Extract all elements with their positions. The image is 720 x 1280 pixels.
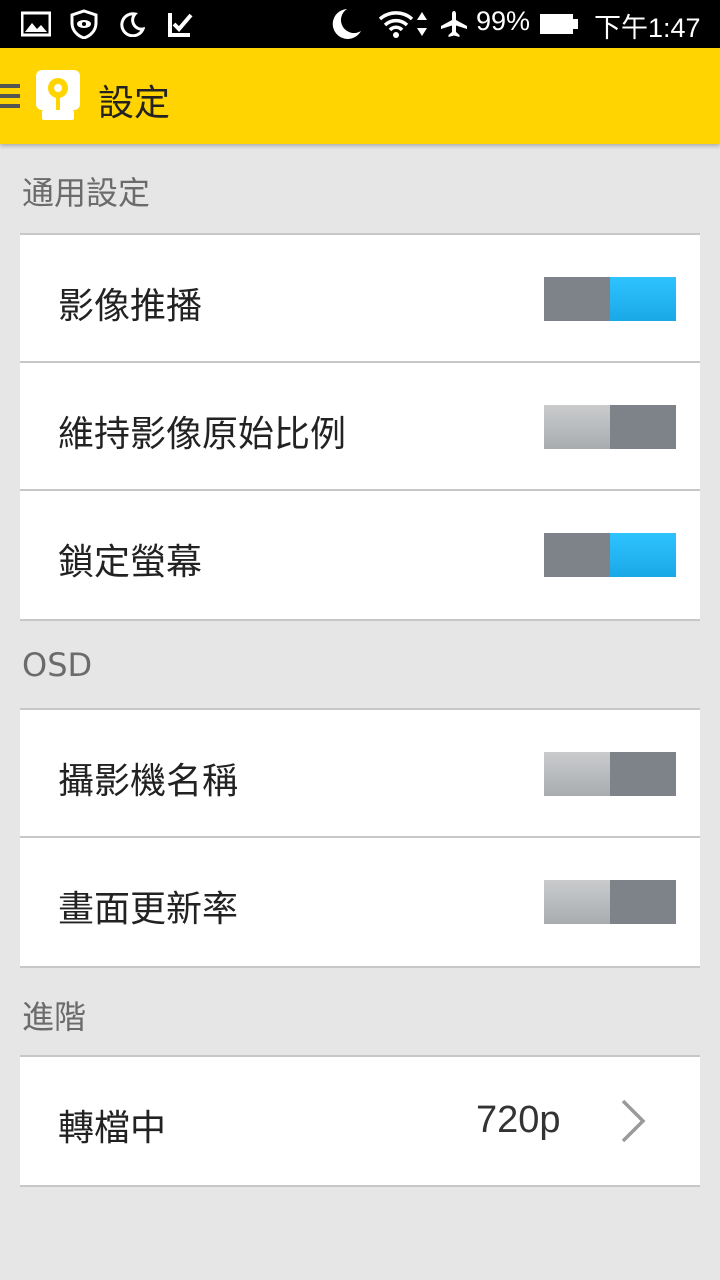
section-header-osd: OSD bbox=[22, 646, 93, 684]
clock: 下午1:47 bbox=[594, 13, 701, 43]
moon-small-icon bbox=[116, 8, 148, 40]
gallery-icon bbox=[20, 8, 52, 40]
shield-eye-icon bbox=[68, 8, 100, 40]
setting-label: 畫面更新率 bbox=[58, 889, 239, 930]
app-logo-icon bbox=[36, 70, 80, 122]
data-arrows-icon bbox=[414, 8, 430, 40]
transcoding-value: 720p bbox=[476, 1099, 561, 1141]
settings-row-video-push[interactable]: 影像推播 bbox=[20, 235, 700, 363]
settings-card-osd: 攝影機名稱 畫面更新率 bbox=[20, 708, 700, 968]
keep-aspect-ratio-toggle[interactable] bbox=[544, 405, 676, 449]
setting-label: 攝影機名稱 bbox=[58, 761, 239, 802]
settings-row-lock-screen[interactable]: 鎖定螢幕 bbox=[20, 491, 700, 619]
app-bar: 設定 bbox=[0, 48, 720, 144]
camera-name-toggle[interactable] bbox=[544, 752, 676, 796]
frame-rate-toggle[interactable] bbox=[544, 880, 676, 924]
settings-row-camera-name[interactable]: 攝影機名稱 bbox=[20, 710, 700, 838]
status-bar: 99% 下午1:47 bbox=[0, 0, 720, 48]
airplane-icon bbox=[438, 8, 470, 40]
lock-screen-toggle[interactable] bbox=[544, 533, 676, 577]
setting-label: 轉檔中 bbox=[58, 1108, 167, 1149]
settings-row-transcoding[interactable]: 轉檔中 720p bbox=[20, 1057, 700, 1185]
setting-label: 鎖定螢幕 bbox=[58, 542, 203, 583]
page-title: 設定 bbox=[98, 83, 171, 124]
battery-icon bbox=[538, 8, 580, 40]
settings-card-advanced: 轉檔中 720p bbox=[20, 1055, 700, 1187]
section-header-advanced: 進階 bbox=[22, 998, 87, 1036]
setting-label: 維持影像原始比例 bbox=[58, 414, 347, 455]
video-push-toggle[interactable] bbox=[544, 277, 676, 321]
battery-percent: 99% bbox=[476, 6, 531, 36]
checklist-icon bbox=[164, 8, 196, 40]
setting-label: 影像推播 bbox=[58, 286, 203, 327]
wifi-icon bbox=[376, 8, 416, 40]
settings-row-keep-aspect-ratio[interactable]: 維持影像原始比例 bbox=[20, 363, 700, 491]
chevron-right-icon bbox=[618, 1097, 648, 1145]
settings-row-frame-rate[interactable]: 畫面更新率 bbox=[20, 838, 700, 966]
menu-icon[interactable] bbox=[0, 84, 20, 108]
moon-icon bbox=[326, 8, 364, 40]
settings-card-general: 影像推播 維持影像原始比例 鎖定螢幕 bbox=[20, 233, 700, 621]
section-header-general: 通用設定 bbox=[22, 174, 151, 212]
